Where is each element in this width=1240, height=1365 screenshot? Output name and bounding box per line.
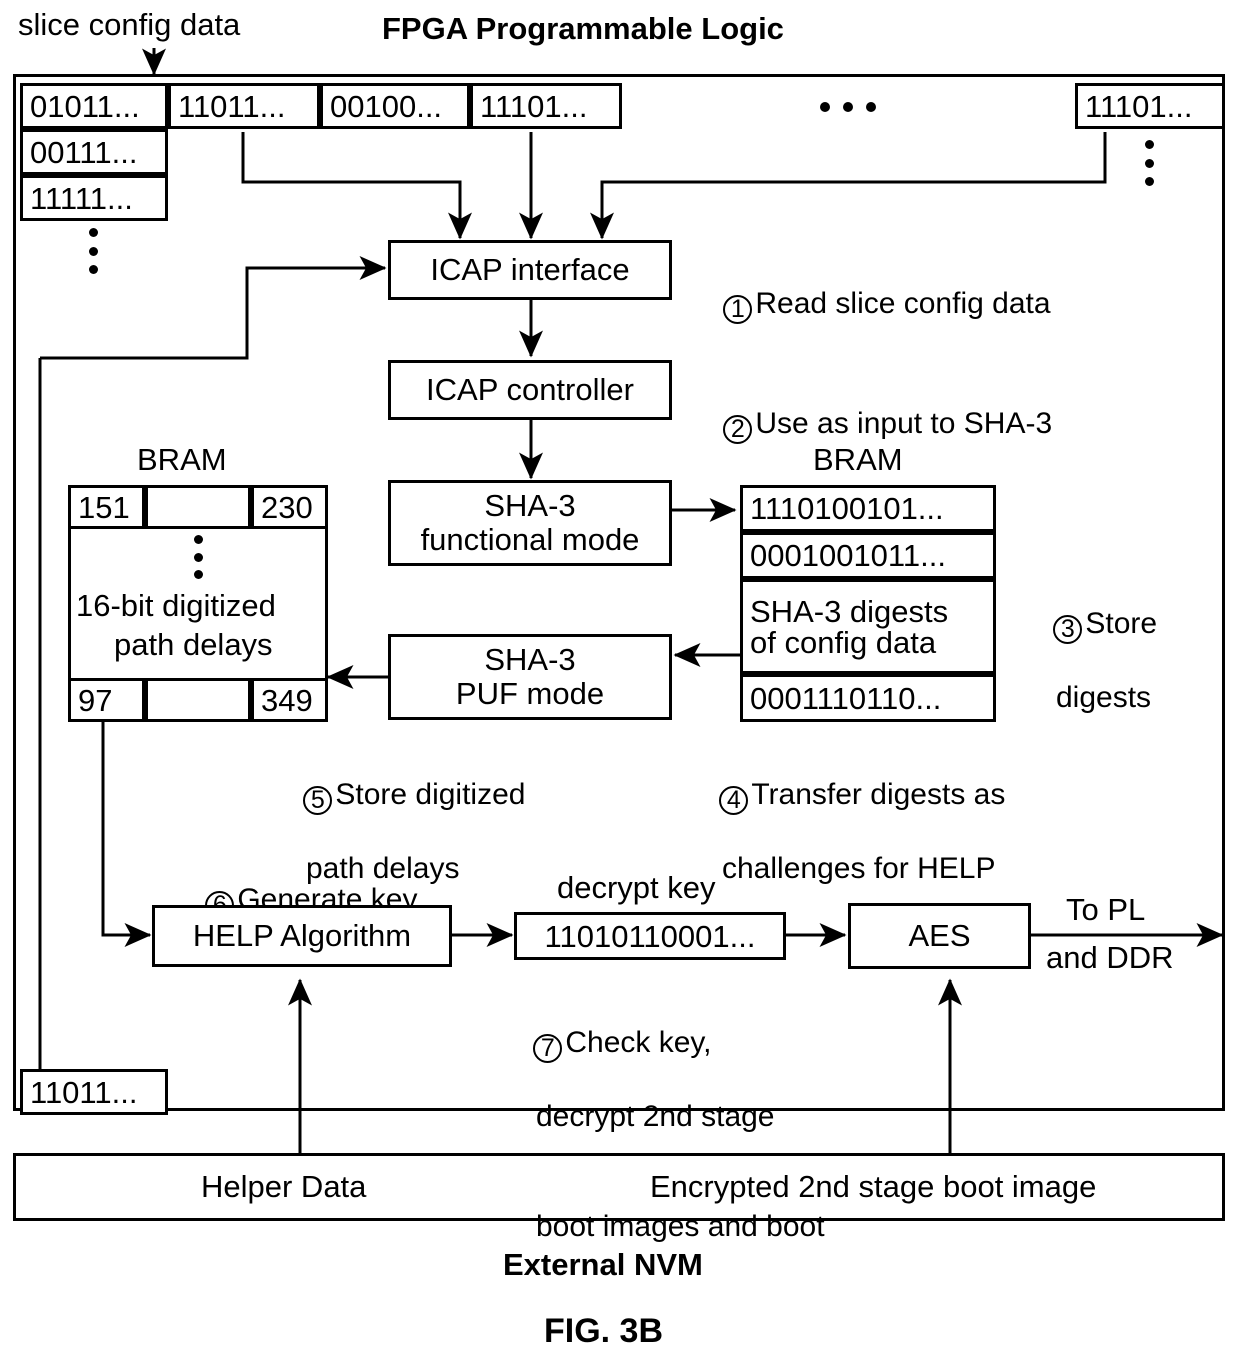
icap-controller-block: ICAP controller <box>388 360 672 420</box>
step-7-line1: Check key, <box>565 1025 712 1059</box>
config-cell-row2: 00111... <box>20 129 168 175</box>
config-cell-row3: 11111... <box>20 175 168 221</box>
bram-left-ellipsis <box>193 535 203 579</box>
step-1-line1: Read slice config data <box>755 286 1051 320</box>
step-5-number: 5 <box>303 785 333 815</box>
decrypt-key-value-box: 11010110001... <box>514 912 786 960</box>
config-cell-3: 11101... <box>470 83 622 129</box>
bram-right-row-3: 0001110110... <box>740 674 996 722</box>
config-cell-2: 00100... <box>320 83 470 129</box>
step-1-number: 1 <box>723 294 753 324</box>
step-7-number: 7 <box>533 1033 563 1063</box>
bram-right-row-2: SHA-3 digests of config data <box>740 579 996 674</box>
helper-data-label: Helper Data <box>201 1169 367 1204</box>
step-4-line2: challenges for HELP <box>722 852 996 886</box>
to-pl-label-line2: and DDR <box>1046 940 1174 975</box>
bram-left-bottom-mid <box>145 678 251 722</box>
help-algorithm-block: HELP Algorithm <box>152 905 452 967</box>
config-right-column-ellipsis <box>1144 140 1154 186</box>
config-cell-4: 11101... <box>1075 83 1225 129</box>
step-4-line1: Transfer digests as <box>751 777 1006 811</box>
helper-data-value-box: 11011... <box>20 1069 168 1115</box>
decrypt-key-label: decrypt key <box>557 870 716 905</box>
config-column-ellipsis <box>88 228 98 274</box>
step-3-annotation: 3 Store digests <box>1020 569 1157 790</box>
aes-block: AES <box>848 903 1031 969</box>
bram-left-description-line1: 16-bit digitized <box>76 588 276 623</box>
bram-right-row2-line2: of config data <box>750 624 937 660</box>
external-nvm-title: External NVM <box>503 1247 703 1282</box>
sha3-puf-line2: PUF mode <box>455 676 605 711</box>
icap-interface-block: ICAP interface <box>388 240 672 300</box>
bram-right-row-0: 1110100101... <box>740 485 996 532</box>
to-pl-label-line1: To PL <box>1066 892 1146 927</box>
fpga-pl-title: FPGA Programmable Logic <box>382 11 784 46</box>
step-2-annotation: 2 Use as input to SHA-3 <box>690 369 1052 480</box>
bram-left-description-line2: path delays <box>114 627 273 662</box>
sha3-functional-line1: SHA-3 <box>484 487 576 523</box>
bram-left-bottom-left: 97 <box>68 678 145 722</box>
config-cell-1: 11011... <box>168 83 320 129</box>
step-2-number: 2 <box>723 414 753 444</box>
step-4-number: 4 <box>719 785 749 815</box>
sha3-puf-mode-block: SHA-3 PUF mode <box>388 634 672 720</box>
config-cell-0: 01011... <box>20 83 168 129</box>
slice-config-data-label: slice config data <box>18 7 241 42</box>
step-1-annotation: 1 Read slice config data <box>690 249 1051 360</box>
bram-left-top-mid <box>145 485 251 529</box>
sha3-functional-mode-block: SHA-3 functional mode <box>388 480 672 566</box>
config-row-ellipsis <box>820 101 876 112</box>
bram-left-title: BRAM <box>137 442 227 477</box>
step-3-line1: Store <box>1085 606 1158 640</box>
sha3-puf-line1: SHA-3 <box>484 641 576 677</box>
step-7-line2: decrypt 2nd stage <box>536 1100 775 1134</box>
bram-left-bottom-right: 349 <box>251 678 328 722</box>
bram-right-row2-line1: SHA-3 digests <box>750 593 949 629</box>
step-5-line1: Store digitized <box>335 777 526 811</box>
figure-canvas: slice config data FPGA Programmable Logi… <box>0 0 1240 1365</box>
figure-caption: FIG. 3B <box>544 1312 664 1350</box>
bram-left-top-right: 230 <box>251 485 328 529</box>
step-3-number: 3 <box>1053 614 1083 644</box>
sha3-functional-line2: functional mode <box>420 522 640 557</box>
bram-left-top-left: 151 <box>68 485 145 529</box>
encrypted-boot-image-label: Encrypted 2nd stage boot image <box>650 1169 1097 1204</box>
bram-right-row-1: 0001001011... <box>740 532 996 579</box>
step-3-line2: digests <box>1056 681 1152 715</box>
step-2-line1: Use as input to SHA-3 <box>755 406 1053 440</box>
